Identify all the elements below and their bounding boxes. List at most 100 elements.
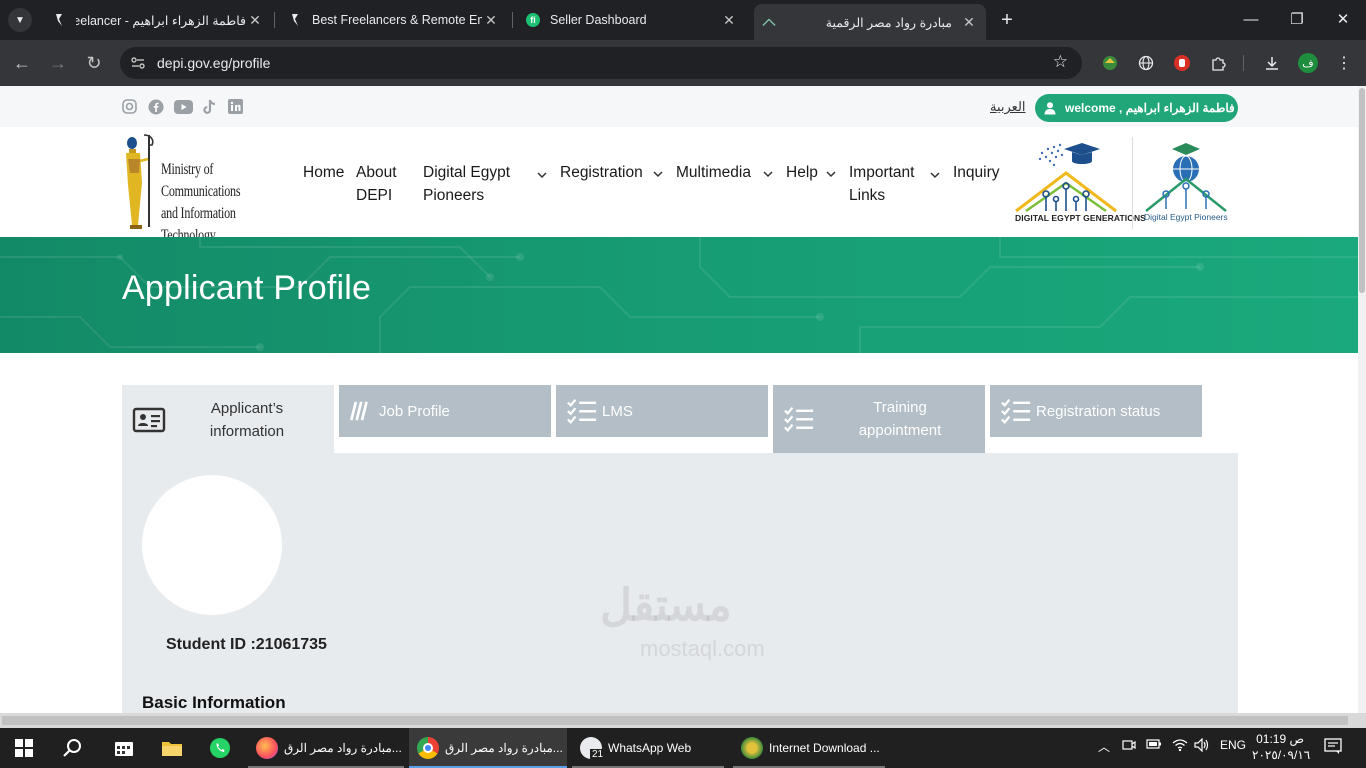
linkedin-icon[interactable]: [227, 98, 244, 115]
mostaql-watermark: مستقل: [600, 581, 732, 630]
chrome-icon: [417, 737, 439, 759]
chevron-down-icon[interactable]: [763, 171, 773, 178]
page-banner: Applicant Profile: [0, 237, 1358, 353]
close-tab-icon[interactable]: ✕: [960, 14, 978, 31]
system-clock[interactable]: 01:19 ص ٢٠٢٥/٠٩/١٦: [1252, 731, 1311, 763]
extensions-puzzle-icon[interactable]: [1208, 53, 1228, 73]
profile-photo[interactable]: [142, 475, 282, 615]
mostaql-watermark-latin: mostaql.com: [640, 636, 765, 661]
browser-tab-3[interactable]: fi Seller Dashboard ✕: [518, 6, 746, 34]
forward-arrow-icon[interactable]: →: [45, 50, 71, 76]
windows-taskbar: مبادرة رواد مصر الرق... مبادرة رواد مصر …: [0, 728, 1366, 768]
depi-icon: [762, 15, 776, 29]
whatsapp-icon[interactable]: [208, 736, 232, 760]
notifications-icon[interactable]: [1324, 737, 1342, 758]
tab-lms[interactable]: LMS: [556, 385, 768, 437]
chevron-down-icon[interactable]: [537, 172, 547, 179]
tab-title: Seller Dashboard: [550, 13, 647, 27]
digital-egypt-pioneers-logo[interactable]: [1140, 139, 1232, 219]
tab-training-appointment[interactable]: Training appointment: [773, 385, 985, 453]
vertical-scrollbar[interactable]: [1358, 86, 1366, 713]
nav-registration[interactable]: Registration: [560, 161, 643, 184]
browser-tab-2[interactable]: Best Freelancers & Remote Emp ✕: [280, 6, 508, 34]
nav-inquiry[interactable]: Inquiry: [953, 161, 1000, 184]
extension-idm-icon[interactable]: [1100, 53, 1120, 73]
chevron-down-icon[interactable]: [826, 171, 836, 178]
chrome-menu-icon[interactable]: ⋮: [1334, 53, 1354, 73]
bookmark-star-icon[interactable]: ☆: [1053, 52, 1068, 72]
tab-search-button[interactable]: ▼: [8, 8, 32, 32]
translate-globe-icon[interactable]: [1136, 53, 1156, 73]
close-tab-icon[interactable]: ✕: [720, 12, 738, 29]
scrollbar-thumb[interactable]: [2, 716, 1348, 725]
page-title: Applicant Profile: [122, 269, 372, 307]
adblock-hand-icon[interactable]: [1172, 53, 1192, 73]
nav-home[interactable]: Home: [303, 161, 344, 184]
taskbar-chrome[interactable]: مبادرة رواد مصر الرق...: [409, 728, 567, 768]
tab-applicants-information[interactable]: Applicant’s information: [122, 385, 334, 455]
profile-avatar[interactable]: ف: [1298, 53, 1318, 73]
site-info-icon[interactable]: [130, 55, 146, 71]
chevron-down-icon[interactable]: [930, 172, 940, 179]
tab-title: مبادرة رواد مصر الرقمية: [825, 15, 952, 30]
instagram-icon[interactable]: [121, 98, 138, 115]
browser-tab-strip: ▼ فاطمة الزهراء ابراهيم - Freelancer ✕ B…: [0, 0, 1366, 40]
address-bar[interactable]: depi.gov.eg/profile ☆: [120, 47, 1082, 79]
back-arrow-icon[interactable]: ←: [9, 50, 35, 76]
firefox-icon: [256, 737, 278, 759]
browser-tab-4-active[interactable]: مبادرة رواد مصر الرقمية ✕: [754, 4, 986, 40]
horizontal-scrollbar[interactable]: [0, 713, 1366, 728]
student-id: Student ID :21061735: [166, 636, 327, 653]
volume-icon[interactable]: [1194, 737, 1210, 755]
task-view-icon[interactable]: [112, 736, 136, 760]
input-language[interactable]: ENG: [1220, 738, 1246, 752]
browser-tab-1[interactable]: فاطمة الزهراء ابراهيم - Freelancer ✕: [44, 6, 272, 34]
taskbar-firefox[interactable]: مبادرة رواد مصر الرق...: [248, 728, 404, 768]
welcome-user-button[interactable]: welcome , فاطمة الزهراء ابراهيم: [1035, 94, 1238, 122]
freelancer-icon: [288, 13, 302, 27]
windows-start-icon[interactable]: [12, 736, 36, 760]
nav-help[interactable]: Help: [786, 161, 818, 184]
clock-date: ٢٠٢٥/٠٩/١٦: [1252, 748, 1311, 762]
show-hidden-icons-chevron-icon[interactable]: ︿: [1098, 738, 1110, 755]
scrollbar-thumb[interactable]: [1359, 88, 1365, 293]
youtube-icon[interactable]: [173, 98, 193, 115]
browser-toolbar: ← → ↻ depi.gov.eg/profile ☆ ف ⋮: [0, 40, 1366, 86]
top-strip: العربية welcome , فاطمة الزهراء ابراهيم: [0, 86, 1358, 127]
nav-multimedia[interactable]: Multimedia: [676, 161, 751, 184]
tab-registration-status[interactable]: Registration status: [990, 385, 1202, 437]
tab-label: Training appointment: [858, 399, 942, 439]
wifi-icon[interactable]: [1172, 738, 1188, 755]
downloads-icon[interactable]: [1262, 53, 1282, 73]
nav-important-links[interactable]: Important Links: [849, 161, 929, 207]
close-window-button[interactable]: ✕: [1328, 8, 1358, 32]
taskbar-whatsapp-web[interactable]: 21 WhatsApp Web: [572, 728, 724, 768]
notification-badge: 21: [590, 749, 606, 761]
tab-label: LMS: [602, 402, 633, 420]
tiktok-icon[interactable]: [201, 98, 218, 115]
close-tab-icon[interactable]: ✕: [246, 12, 264, 29]
reload-icon[interactable]: ↻: [81, 50, 107, 76]
tab-label: Registration status: [1036, 402, 1161, 420]
checklist-icon: [1001, 398, 1031, 424]
nav-about-depi[interactable]: About DEPI: [356, 161, 406, 207]
tab-title: فاطمة الزهراء ابراهيم - Freelancer: [76, 13, 246, 28]
minimize-button[interactable]: —: [1236, 8, 1266, 32]
language-switch-link[interactable]: العربية: [990, 99, 1026, 115]
file-explorer-icon[interactable]: [160, 736, 184, 760]
close-tab-icon[interactable]: ✕: [482, 12, 500, 29]
restore-button[interactable]: ❐: [1282, 8, 1312, 32]
tab-job-profile[interactable]: Job Profile: [339, 385, 551, 437]
search-icon[interactable]: [60, 736, 84, 760]
checklist-icon: [567, 398, 597, 424]
pharaoh-figure-icon: [126, 134, 154, 229]
taskbar-app-label: Internet Download ...: [769, 741, 880, 755]
checklist-icon: [784, 406, 814, 432]
taskbar-internet-download-manager[interactable]: Internet Download ...: [733, 728, 885, 768]
chevron-down-icon[interactable]: [653, 171, 663, 178]
facebook-icon[interactable]: [147, 98, 164, 115]
battery-icon[interactable]: [1146, 738, 1162, 753]
camera-icon[interactable]: [1122, 738, 1136, 755]
new-tab-button[interactable]: +: [995, 8, 1019, 32]
nav-digital-egypt-pioneers[interactable]: Digital Egypt Pioneers: [423, 161, 533, 207]
